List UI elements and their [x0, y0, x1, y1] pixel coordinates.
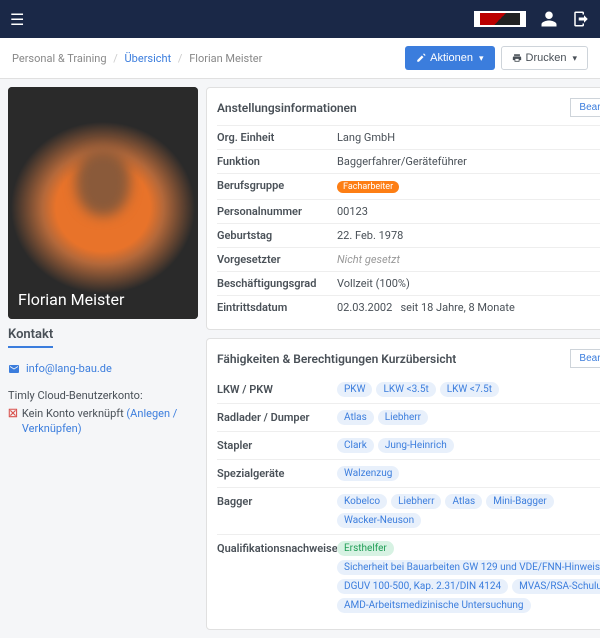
user-icon[interactable] [540, 10, 558, 28]
logo [474, 11, 526, 27]
aktionen-button[interactable]: Aktionen▾ [405, 46, 494, 70]
skill-label: Bagger [217, 493, 337, 508]
skill-label: Stapler [217, 437, 337, 452]
logout-icon[interactable] [572, 10, 590, 28]
employment-edit-button[interactable]: Bearbeiten [570, 98, 600, 117]
skills-title: Fähigkeiten & Berechtigungen Kurzübersic… [217, 352, 456, 366]
skill-tag: Mini-Bagger [486, 494, 553, 509]
skill-tag: Clark [337, 438, 374, 453]
skill-row: StaplerClark Jung-Heinrich [217, 431, 600, 459]
subbar: Personal & Training / Übersicht / Floria… [0, 38, 600, 79]
skill-row: BaggerKobelco Liebherr Atlas Mini-Bagger Wac… [217, 487, 600, 534]
skills-edit-button[interactable]: Bearbeiten [570, 349, 600, 368]
breadcrumb-root[interactable]: Personal & Training [12, 52, 107, 65]
breadcrumb: Personal & Training / Übersicht / Floria… [12, 52, 262, 65]
skill-tag: Walzenzug [337, 466, 399, 481]
skill-tag: LKW <7.5t [440, 382, 499, 397]
skill-tag: PKW [337, 382, 372, 397]
skill-tag: Kobelco [337, 494, 387, 509]
skill-tag: Atlas [337, 410, 374, 425]
skill-tag: Wacker-Neuson [337, 513, 421, 528]
timly-title: Timly Cloud-Benutzerkonto: [8, 389, 198, 402]
skill-tag: Atlas [445, 494, 482, 509]
skill-tag: DGUV 100-500, Kap. 2.31/DIN 4124 [337, 579, 508, 594]
skill-row: SpezialgeräteWalzenzug [217, 459, 600, 487]
skill-label: Radlader / Dumper [217, 409, 337, 424]
skills-card: Fähigkeiten & Berechtigungen Kurzübersic… [206, 338, 600, 630]
breadcrumb-leaf: Florian Meister [189, 52, 262, 65]
employment-title: Anstellungsinformationen [217, 101, 357, 115]
skill-label: Qualifikationsnachweise [217, 540, 337, 555]
skill-tag: Liebherr [378, 410, 428, 425]
hamburger-icon[interactable]: ☰ [10, 10, 24, 29]
skill-tag: Ersthelfer [337, 541, 394, 556]
skill-row: LKW / PKWPKW LKW <3.5t LKW <7.5t [217, 376, 600, 403]
email-row[interactable]: info@lang-bau.de [8, 362, 198, 375]
breadcrumb-mid[interactable]: Übersicht [125, 52, 172, 65]
skill-tag: Sicherheit bei Bauarbeiten GW 129 und VD… [337, 560, 600, 575]
skill-tag: Liebherr [391, 494, 441, 509]
timly-status-text: Kein Konto verknüpft [22, 407, 124, 420]
email-icon [8, 363, 20, 375]
x-icon: ☒ [8, 406, 18, 421]
skill-label: Spezialgeräte [217, 465, 337, 480]
skill-row: QualifikationsnachweiseErsthelfer Sicherh… [217, 534, 600, 619]
skill-row: Radlader / DumperAtlas Liebherr [217, 403, 600, 431]
profile-name: Florian Meister [18, 290, 124, 309]
skill-tag: LKW <3.5t [376, 382, 435, 397]
drucken-button[interactable]: Drucken▾ [501, 46, 589, 70]
skill-tag: AMD-Arbeitsmedizinische Untersuchung [337, 598, 531, 613]
kontakt-title: Kontakt [8, 327, 53, 348]
profile-photo: Florian Meister [8, 87, 198, 319]
employment-card: Anstellungsinformationen Bearbeiten Org.… [206, 87, 600, 330]
topbar: ☰ [0, 0, 600, 38]
skill-tag: Jung-Heinrich [378, 438, 454, 453]
skill-tag: MVAS/RSA-Schulung [512, 579, 600, 594]
skill-label: LKW / PKW [217, 381, 337, 396]
